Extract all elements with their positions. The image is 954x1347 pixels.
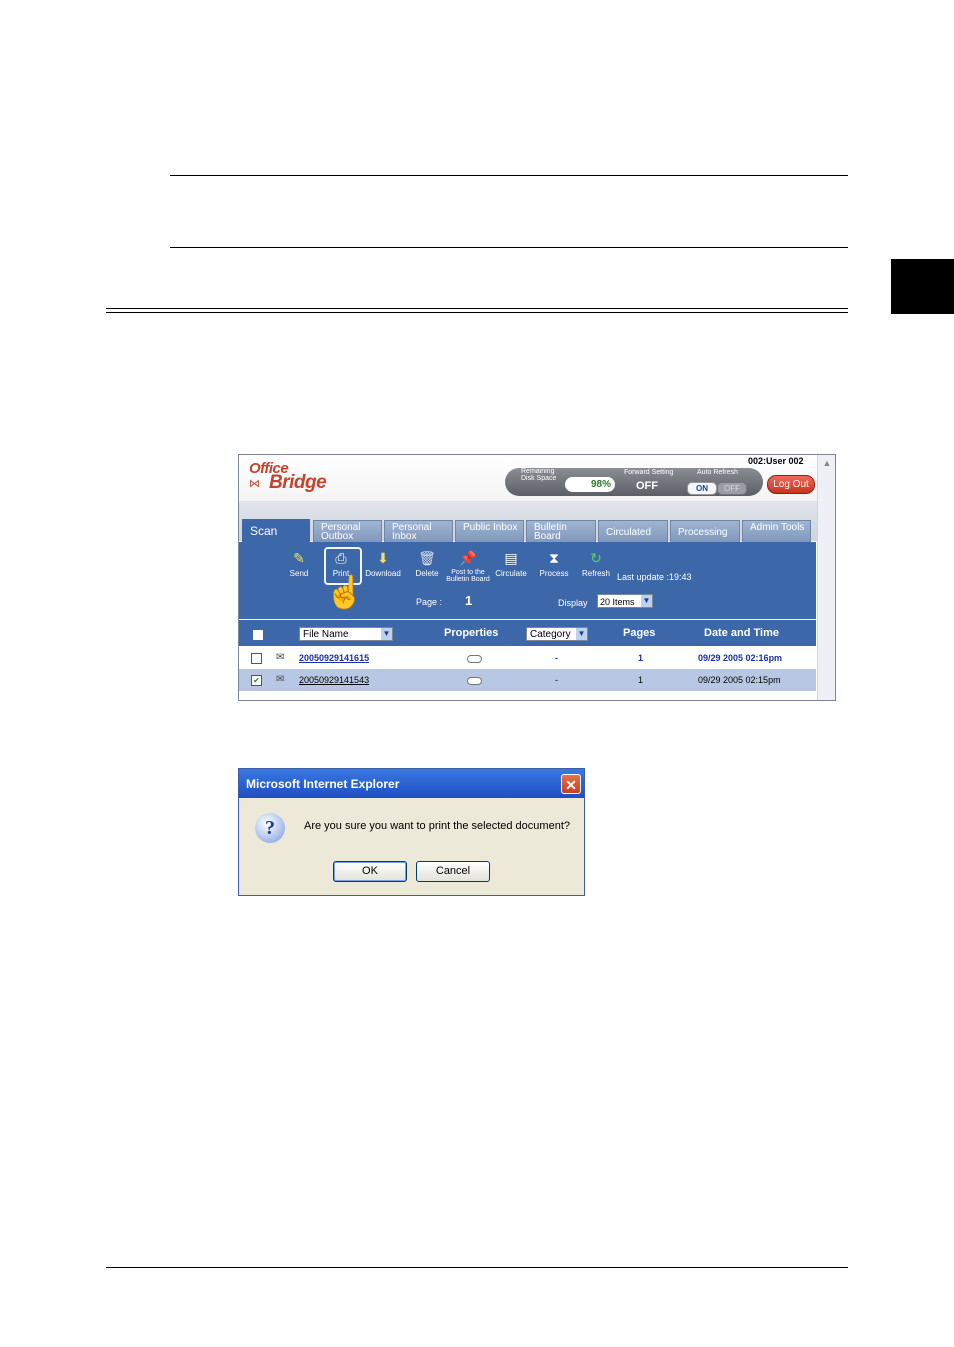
date-cell: 09/29 2005 02:16pm bbox=[698, 653, 783, 663]
section-rule-2 bbox=[106, 312, 848, 313]
hourglass-icon: ⧗ bbox=[549, 550, 559, 566]
table-row[interactable]: ✉ 20050929141615 - 1 09/29 2005 02:16pm bbox=[239, 647, 816, 669]
tab-admin-tools[interactable]: Admin Tools bbox=[742, 520, 811, 542]
circulate-button[interactable]: ▤ Circulate bbox=[489, 549, 533, 578]
hand-cursor-icon: ☝ bbox=[325, 574, 365, 610]
download-button[interactable]: ⬇ Download bbox=[361, 549, 405, 578]
row-checkbox[interactable] bbox=[251, 653, 262, 664]
vertical-scrollbar[interactable]: ▲ bbox=[817, 455, 835, 700]
row-checkbox[interactable]: ✔ bbox=[251, 675, 262, 686]
table-row-partial bbox=[239, 691, 816, 700]
pages-header: Pages bbox=[623, 627, 656, 639]
file-name-link[interactable]: 20050929141615 bbox=[299, 653, 369, 663]
forward-setting-value: OFF bbox=[636, 480, 658, 492]
delete-button[interactable]: 🗑 Delete bbox=[405, 549, 449, 578]
mail-closed-icon: ✉ bbox=[276, 652, 285, 663]
forward-setting-label: Forward Setting bbox=[624, 469, 674, 476]
pages-cell: 1 bbox=[638, 675, 644, 685]
note-rule-bottom bbox=[170, 247, 848, 248]
section-rule-1 bbox=[106, 308, 848, 309]
send-icon: ✎ bbox=[293, 550, 305, 566]
download-icon: ⬇ bbox=[377, 550, 389, 566]
logout-button[interactable]: Log Out bbox=[767, 475, 815, 494]
tab-bulletin-board[interactable]: Bulletin Board bbox=[526, 520, 596, 542]
chevron-down-icon[interactable]: ▼ bbox=[381, 628, 392, 640]
page-value: 1 bbox=[465, 593, 473, 608]
date-time-header: Date and Time bbox=[704, 627, 779, 639]
refresh-button[interactable]: ↻ Refresh bbox=[574, 549, 618, 578]
date-cell: 09/29 2005 02:15pm bbox=[698, 675, 781, 685]
trash-icon: 🗑 bbox=[418, 550, 436, 566]
remaining-disk-value: 98% bbox=[565, 477, 615, 492]
auto-refresh-on-button[interactable]: ON bbox=[687, 482, 717, 495]
refresh-icon: ↻ bbox=[590, 550, 602, 566]
confirm-dialog: Microsoft Internet Explorer ✕ ? Are you … bbox=[238, 768, 585, 896]
ok-button[interactable]: OK bbox=[333, 861, 407, 882]
table-row[interactable]: ✔ ✉ 20050929141543 - 1 09/29 2005 02:15p… bbox=[239, 669, 816, 691]
remaining-disk-label: Remaining Disk Space bbox=[521, 468, 557, 482]
post-bulletin-button[interactable]: 📌 Post to the Bulletin Board bbox=[445, 549, 491, 583]
category-sort-select[interactable]: Category ▼ bbox=[526, 627, 588, 641]
office-bridge-screenshot: ▲ Office ⋈ Bridge 002:User 002 Remaining… bbox=[238, 454, 836, 701]
tab-public-inbox[interactable]: Public Inbox bbox=[455, 520, 524, 542]
category-cell: - bbox=[555, 675, 558, 685]
properties-header: Properties bbox=[444, 627, 499, 639]
display-select[interactable]: 20 Items ▼ bbox=[597, 594, 653, 608]
chevron-down-icon[interactable]: ▼ bbox=[576, 628, 587, 640]
last-update-label: Last update :19:43 bbox=[617, 572, 692, 582]
dialog-title: Microsoft Internet Explorer bbox=[246, 777, 400, 791]
footer-rule bbox=[106, 1267, 848, 1268]
display-label: Display bbox=[558, 598, 588, 608]
pages-cell: 1 bbox=[638, 653, 644, 663]
cancel-button[interactable]: Cancel bbox=[416, 861, 490, 882]
pin-icon: 📌 bbox=[459, 550, 477, 566]
tab-processing[interactable]: Processing bbox=[670, 520, 740, 542]
select-all-checkbox[interactable] bbox=[253, 630, 263, 640]
chapter-tab bbox=[891, 259, 954, 314]
tab-circulated[interactable]: Circulated bbox=[598, 520, 668, 542]
user-label: 002:User 002 bbox=[748, 456, 804, 466]
tab-personal-inbox[interactable]: Personal Inbox bbox=[384, 520, 453, 542]
logo-bridge-text: Bridge bbox=[269, 472, 327, 493]
properties-icon[interactable] bbox=[467, 655, 482, 663]
question-icon: ? bbox=[255, 813, 285, 843]
logo-mark-icon: ⋈ bbox=[249, 478, 260, 490]
chevron-down-icon[interactable]: ▼ bbox=[641, 595, 652, 607]
page-label: Page : bbox=[416, 597, 443, 607]
dialog-message: Are you sure you want to print the selec… bbox=[304, 820, 570, 832]
auto-refresh-label: Auto Refresh bbox=[697, 469, 738, 476]
circulate-icon: ▤ bbox=[504, 550, 518, 566]
table-header: File Name ▼ Properties Category ▼ Pages Da… bbox=[239, 620, 816, 646]
mail-open-icon: ✉ bbox=[276, 674, 285, 685]
category-cell: - bbox=[555, 653, 558, 663]
send-button[interactable]: ✎ Send bbox=[277, 549, 321, 578]
process-button[interactable]: ⧗ Process bbox=[532, 549, 576, 578]
scroll-up-icon[interactable]: ▲ bbox=[822, 458, 832, 468]
close-button[interactable]: ✕ bbox=[561, 774, 581, 794]
tab-personal-outbox[interactable]: Personal Outbox bbox=[313, 520, 382, 542]
auto-refresh-off-button[interactable]: OFF bbox=[717, 482, 747, 495]
tab-scan[interactable]: Scan bbox=[242, 519, 310, 543]
note-rule-top bbox=[170, 175, 848, 176]
properties-icon[interactable] bbox=[467, 677, 482, 685]
file-name-sort-select[interactable]: File Name ▼ bbox=[299, 627, 393, 641]
file-name-link[interactable]: 20050929141543 bbox=[299, 675, 369, 685]
